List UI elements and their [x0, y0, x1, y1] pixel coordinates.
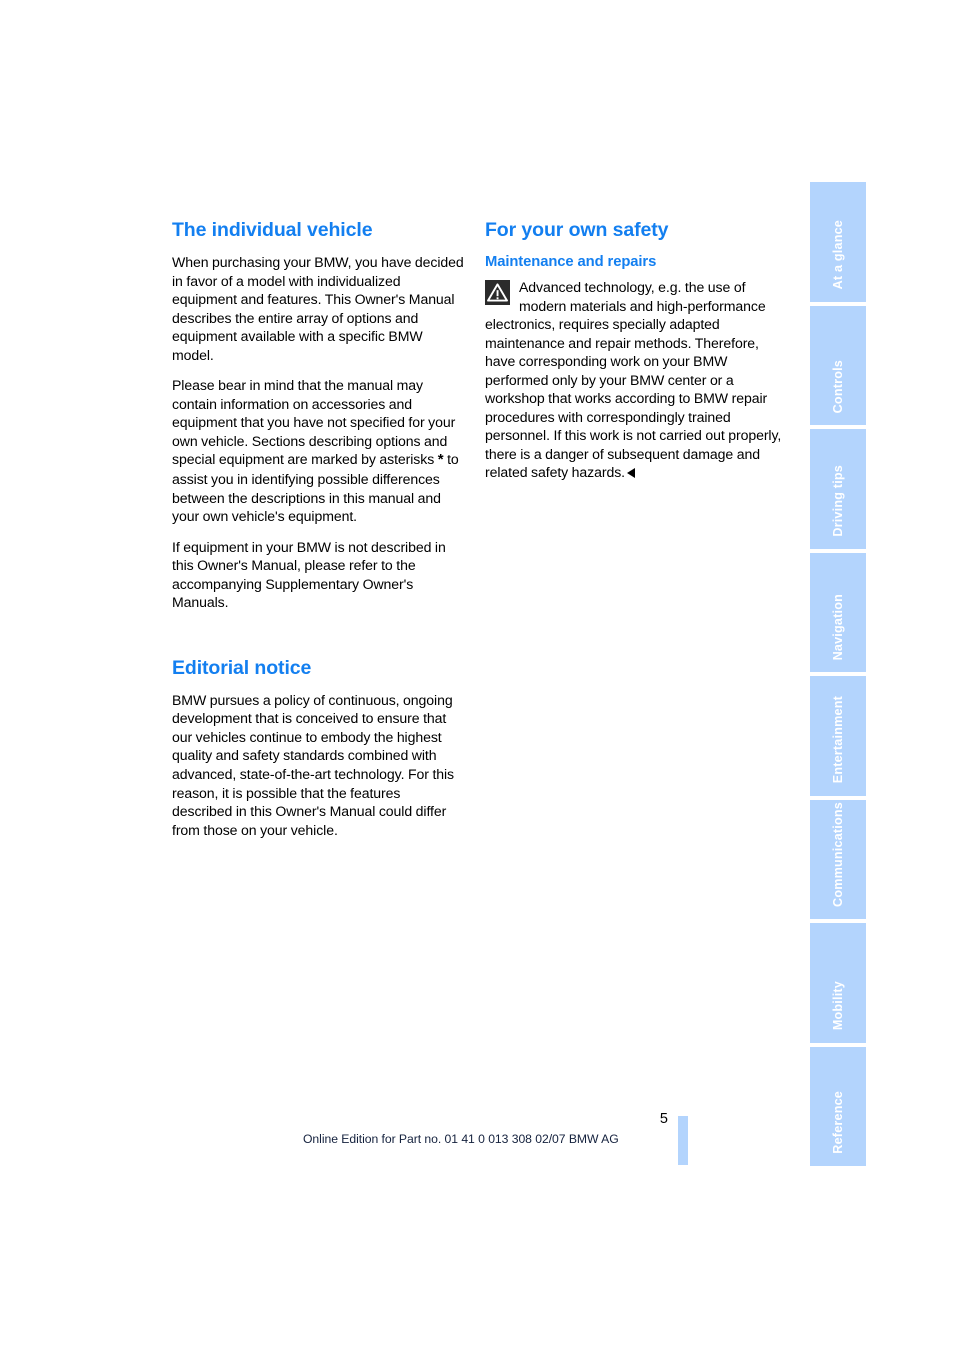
tab-label-communications: Communications: [831, 802, 845, 907]
tab-mobility[interactable]: Mobility: [810, 923, 866, 1043]
paragraph-maintenance-warning: Advanced technology, e.g. the use of mod…: [485, 278, 785, 482]
page-number: 5: [659, 1111, 668, 1127]
paragraph-individual-vehicle-1: When purchasing your BMW, you have decid…: [172, 254, 464, 363]
paragraph-2-part-a: Please bear in mind that the manual may …: [172, 377, 456, 468]
left-text-column: The individual vehicle When purchasing y…: [172, 218, 464, 839]
tab-at-a-glance[interactable]: At a glance: [810, 182, 866, 302]
tab-label-at-a-glance: At a glance: [831, 220, 845, 290]
tab-navigation[interactable]: Navigation: [810, 552, 866, 672]
tab-label-mobility: Mobility: [831, 981, 845, 1031]
right-text-column: For your own safety Maintenance and repa…: [485, 218, 785, 482]
tab-driving-tips[interactable]: Driving tips: [810, 429, 866, 549]
tab-entertainment[interactable]: Entertainment: [810, 676, 866, 796]
tab-label-controls: Controls: [831, 359, 845, 413]
paragraph-editorial-notice-1: BMW pursues a policy of continuous, ongo…: [172, 691, 455, 838]
paragraph-individual-vehicle-3: If equipment in your BMW is not describe…: [172, 538, 446, 611]
page-edge-marker-bar: [678, 1116, 688, 1165]
tab-reference[interactable]: Reference: [810, 1046, 866, 1166]
warning-triangle-icon: [485, 280, 510, 305]
footer-edition-note: Online Edition for Part no. 01 41 0 013 …: [303, 1132, 619, 1146]
tab-label-reference: Reference: [831, 1091, 845, 1154]
tab-label-entertainment: Entertainment: [831, 696, 845, 784]
tab-communications[interactable]: Communications: [810, 799, 866, 919]
section-title-editorial-notice: Editorial notice: [172, 656, 312, 679]
paragraph-individual-vehicle-2: Please bear in mind that the manual may …: [172, 376, 464, 525]
chapter-tab-rail: At a glance Controls Driving tips Naviga…: [810, 182, 866, 1166]
tab-label-driving-tips: Driving tips: [831, 464, 845, 537]
subsection-title-maintenance-and-repairs: Maintenance and repairs: [485, 254, 657, 270]
manual-page: The individual vehicle When purchasing y…: [0, 0, 954, 1351]
section-title-for-your-own-safety: For your own safety: [485, 219, 669, 241]
tab-label-navigation: Navigation: [831, 593, 845, 660]
section-title-individual-vehicle: The individual vehicle: [172, 219, 373, 241]
paragraph-end-marker-icon: [627, 468, 636, 479]
maintenance-warning-text: Advanced technology, e.g. the use of mod…: [485, 279, 782, 481]
tab-controls[interactable]: Controls: [810, 305, 866, 425]
